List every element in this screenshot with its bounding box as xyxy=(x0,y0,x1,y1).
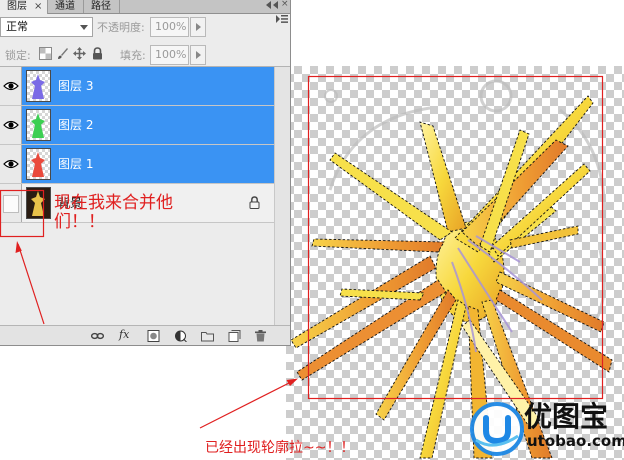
opacity-input[interactable]: 100% xyxy=(150,17,189,37)
blend-mode-select[interactable]: 正常 xyxy=(0,17,93,37)
layer-row-2[interactable]: 图层 2 xyxy=(0,106,274,145)
layer-thumbnail xyxy=(26,148,51,180)
visibility-toggle[interactable] xyxy=(0,67,22,105)
utobao-logo xyxy=(470,402,524,456)
chevron-right-icon xyxy=(196,51,201,59)
layers-panel: 图层 × 通道 路径 × 正常 不透明度: 100% 锁定: 填充: 100% … xyxy=(0,0,291,346)
fx-icon[interactable]: fx xyxy=(119,328,129,342)
lock-icon xyxy=(249,196,260,209)
layer-thumbnail xyxy=(26,109,51,141)
chevron-down-icon xyxy=(80,25,88,30)
lock-position-move-icon[interactable] xyxy=(73,47,86,60)
tab-paths[interactable]: 路径 xyxy=(85,0,120,13)
lock-pixels-brush-icon[interactable] xyxy=(56,47,69,60)
blend-mode-value: 正常 xyxy=(6,20,28,33)
new-layer-icon[interactable] xyxy=(228,330,241,342)
visibility-toggle[interactable] xyxy=(0,184,22,222)
figure-spike xyxy=(311,238,445,253)
tab-channels[interactable]: 通道 xyxy=(49,0,84,13)
tab-channels-label: 通道 xyxy=(55,1,75,12)
fill-slider-button[interactable] xyxy=(190,45,206,65)
tab-layers[interactable]: 图层 × xyxy=(0,0,48,14)
lock-label: 锁定: xyxy=(5,49,31,62)
link-layers-icon[interactable] xyxy=(91,330,104,342)
layer-mask-icon[interactable] xyxy=(147,330,160,342)
group-folder-icon[interactable] xyxy=(201,330,214,342)
figure-spike xyxy=(339,288,425,301)
outline-annotation: 已经出现轮廓拉~~！！ xyxy=(205,440,355,456)
eye-icon xyxy=(3,159,19,169)
layer-name[interactable]: 图层 2 xyxy=(58,118,93,132)
lock-transparency-icon[interactable] xyxy=(39,47,52,60)
watermark-name: 优图宝 xyxy=(524,400,609,433)
layer-thumbnail xyxy=(26,187,51,219)
tab-layers-label: 图层 xyxy=(7,1,27,12)
opacity-label: 不透明度: xyxy=(97,21,145,34)
figure-spike xyxy=(419,299,467,459)
fill-input[interactable]: 100% xyxy=(150,45,189,65)
layer-row-3[interactable]: 图层 3 xyxy=(0,67,274,106)
trash-icon[interactable] xyxy=(254,330,267,342)
eye-icon xyxy=(3,81,19,91)
opacity-slider-button[interactable] xyxy=(190,17,206,37)
panel-tab-bar: 图层 × 通道 路径 × xyxy=(0,0,290,14)
lock-all-padlock-icon[interactable] xyxy=(91,47,104,60)
chevron-right-icon xyxy=(196,23,201,31)
double-chevron-left-icon[interactable] xyxy=(265,1,279,9)
eye-icon xyxy=(3,120,19,130)
panel-menu-icon[interactable] xyxy=(276,15,288,23)
layer-row-1[interactable]: 图层 1 xyxy=(0,145,274,184)
layer-list-scrollbar[interactable] xyxy=(274,67,290,325)
visibility-toggle[interactable] xyxy=(0,145,22,183)
close-icon[interactable]: × xyxy=(34,0,42,13)
panel-close-icon[interactable]: × xyxy=(281,0,289,9)
adjustment-layer-icon[interactable] xyxy=(174,330,187,342)
layer-thumbnail xyxy=(26,70,51,102)
fill-label: 填充: xyxy=(120,49,146,62)
layer-name[interactable]: 图层 3 xyxy=(58,79,93,93)
panel-footer-toolbar: fx xyxy=(0,325,290,345)
watermark-domain: utobao.com xyxy=(527,432,624,450)
layer-name[interactable]: 图层 1 xyxy=(58,157,93,171)
visibility-toggle[interactable] xyxy=(0,106,22,144)
hidden-visibility-box xyxy=(3,195,19,213)
merge-annotation: 现在我来合并他们！！ xyxy=(54,193,173,232)
tab-paths-label: 路径 xyxy=(91,1,111,12)
